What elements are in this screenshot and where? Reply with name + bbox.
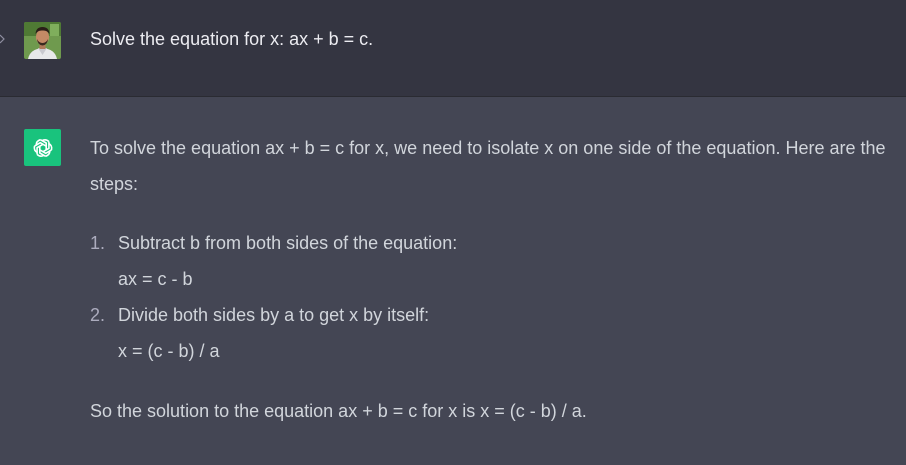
list-item: 1. Subtract b from both sides of the equ…	[90, 225, 898, 297]
step-number: 2.	[90, 305, 106, 325]
reply-intro: To solve the equation ax + b = c for x, …	[90, 138, 886, 194]
step-equation: x = (c - b) / a	[118, 341, 220, 361]
reply-summary: So the solution to the equation ax + b =…	[90, 401, 587, 421]
user-message-row: Solve the equation for x: ax + b = c.	[0, 0, 906, 97]
step-text: Divide both sides by a to get x by itsel…	[118, 305, 430, 325]
steps-list: 1. Subtract b from both sides of the equ…	[90, 225, 898, 369]
step-number: 1.	[90, 233, 106, 253]
openai-logo-icon	[24, 129, 61, 166]
assistant-message-row: To solve the equation ax + b = c for x, …	[0, 97, 906, 465]
step-equation: ax = c - b	[118, 269, 193, 289]
user-message-text: Solve the equation for x: ax + b = c.	[90, 29, 374, 49]
chevron-right-icon[interactable]	[0, 34, 7, 44]
list-item: 2. Divide both sides by a to get x by it…	[90, 297, 898, 369]
assistant-reply: To solve the equation ax + b = c for x, …	[90, 130, 898, 429]
step-text: Subtract b from both sides of the equati…	[118, 233, 458, 253]
user-avatar	[24, 22, 61, 59]
